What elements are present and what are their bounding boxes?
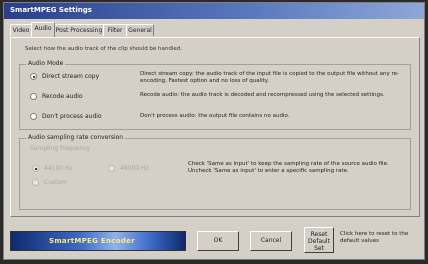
sampling-48000-radio[interactable]: [108, 165, 115, 172]
tab-post-processing[interactable]: Post Processing: [54, 24, 104, 36]
direct-stream-copy-desc: Direct stream copy: the audio track of t…: [140, 71, 399, 84]
direct-stream-copy-label[interactable]: Direct stream copy: [42, 73, 99, 80]
ok-button[interactable]: OK: [197, 231, 239, 251]
dialog-footer: SmartMPEG Encoder OK Cancel Reset Defaul…: [4, 221, 424, 259]
sampling-44100-label[interactable]: 44100 Hz: [44, 165, 73, 172]
tab-filter[interactable]: Filter: [103, 24, 127, 36]
dont-process-audio-label[interactable]: Don't process audio: [42, 113, 102, 120]
sampling-44100-radio[interactable]: [32, 165, 39, 172]
sampling-frequency-label: Sampling frequency: [30, 145, 91, 152]
reset-hint: Click here to reset to the default value…: [340, 231, 409, 244]
tab-audio[interactable]: Audio: [31, 22, 55, 37]
title-bar[interactable]: SmartMPEG Settings: [4, 3, 424, 19]
brand-banner: SmartMPEG Encoder: [10, 231, 186, 251]
audio-mode-group-label: Audio Mode: [26, 60, 66, 67]
reset-default-button[interactable]: Reset Default Set: [304, 227, 334, 253]
sampling-48000-label[interactable]: 48000 Hz: [120, 165, 149, 172]
audio-mode-group: Audio Mode Direct stream copy Direct str…: [19, 60, 411, 130]
audio-intro-text: Select how the audio track of the clip s…: [25, 46, 183, 52]
recode-audio-radio[interactable]: [30, 93, 37, 100]
settings-dialog: SmartMPEG Settings Video Audio Post Proc…: [3, 2, 425, 260]
tab-video[interactable]: Video: [10, 24, 32, 36]
sampling-group: Audio sampling rate conversion Sampling …: [19, 134, 411, 210]
dont-process-audio-desc: Don't process audio: the output file con…: [140, 113, 290, 119]
cancel-button[interactable]: Cancel: [250, 231, 292, 251]
sampling-desc: Check 'Same as input' to keep the sampli…: [188, 161, 389, 174]
tab-general[interactable]: General: [126, 24, 154, 36]
recode-audio-label[interactable]: Recode audio: [42, 93, 83, 100]
direct-stream-copy-radio[interactable]: [30, 73, 37, 80]
audio-panel: Select how the audio track of the clip s…: [10, 37, 420, 217]
dont-process-audio-radio[interactable]: [30, 113, 37, 120]
brand-banner-text: SmartMPEG Encoder: [49, 237, 135, 245]
sampling-group-label: Audio sampling rate conversion: [26, 134, 126, 141]
sampling-custom-radio[interactable]: [32, 179, 39, 186]
sampling-custom-label[interactable]: Custom: [44, 179, 67, 186]
recode-audio-desc: Recode audio: the audio track is decoded…: [140, 92, 385, 98]
window-title: SmartMPEG Settings: [10, 6, 92, 14]
